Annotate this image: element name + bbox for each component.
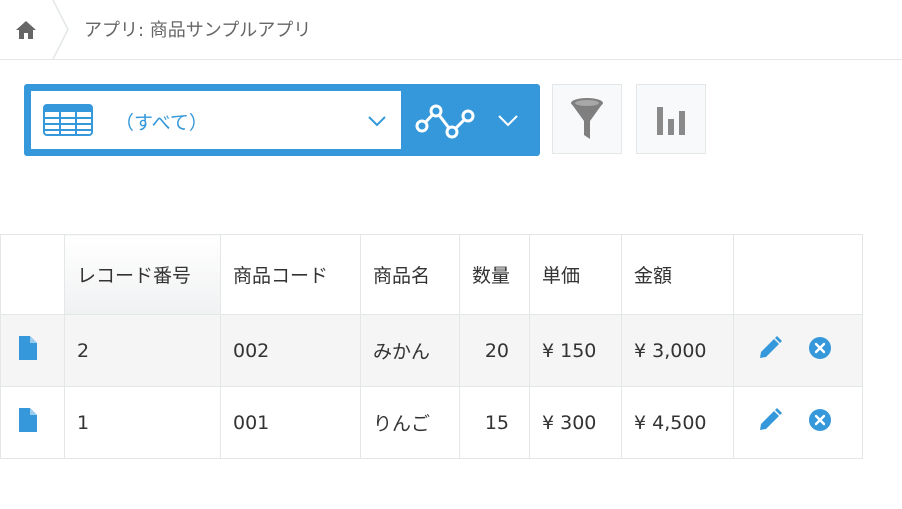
record-detail-link[interactable] [0,386,65,459]
delete-button[interactable] [808,408,832,437]
cell-unit-price: ¥ 150 [529,314,622,387]
record-table: レコード番号 商品コード 商品名 数量 単価 金額 2 002 みかん 20 ¥… [0,234,863,459]
pencil-icon [760,408,782,430]
graph-menu-button[interactable] [492,108,524,132]
header-product-code[interactable]: 商品コード [220,234,361,315]
breadcrumb-separator-icon [52,0,69,59]
chevron-down-icon [498,115,518,127]
edit-button[interactable] [758,336,782,365]
cell-quantity: 20 [459,314,530,387]
header-actions-column [733,234,863,315]
breadcrumb-app-link[interactable]: アプリ: 商品サンプルアプリ [84,16,311,42]
cell-amount: ¥ 3,000 [621,314,734,387]
chart-button[interactable] [636,84,706,154]
home-icon [16,20,36,39]
line-graph-icon [415,104,475,139]
table-header-row: レコード番号 商品コード 商品名 数量 単価 金額 [0,234,863,315]
cell-quantity: 15 [459,386,530,459]
view-toolbar: （すべて） [24,84,540,156]
chevron-down-icon [368,116,386,127]
cell-product-code: 002 [220,314,361,387]
header-product-name[interactable]: 商品名 [360,234,460,315]
document-icon [19,336,37,360]
table-view-icon [43,104,93,136]
filter-icon [571,98,603,139]
home-button[interactable] [0,0,52,59]
graph-button[interactable] [412,94,482,146]
cell-product-code: 001 [220,386,361,459]
header-unit-price[interactable]: 単価 [529,234,622,315]
row-actions [733,386,863,459]
header-icon-column [0,234,65,315]
cell-unit-price: ¥ 300 [529,386,622,459]
header-quantity[interactable]: 数量 [459,234,530,315]
record-detail-link[interactable] [0,314,65,387]
cell-amount: ¥ 4,500 [621,386,734,459]
cell-record-no: 1 [64,386,221,459]
cell-product-name: りんご [360,386,460,459]
cell-record-no: 2 [64,314,221,387]
header-amount[interactable]: 金額 [621,234,734,315]
header-record-no[interactable]: レコード番号 [64,234,221,315]
document-icon [19,408,37,432]
delete-button[interactable] [808,336,832,365]
close-circle-icon [809,337,832,359]
header-bar: アプリ: 商品サンプルアプリ [0,0,902,60]
filter-button[interactable] [552,84,622,154]
cell-product-name: みかん [360,314,460,387]
view-selector[interactable]: （すべて） [31,91,401,149]
edit-button[interactable] [758,408,782,437]
bar-chart-icon [657,107,685,135]
row-actions [733,314,863,387]
pencil-icon [760,336,782,358]
close-circle-icon [809,409,832,431]
table-row: 1 001 りんご 15 ¥ 300 ¥ 4,500 [0,386,863,459]
view-selected-label: （すべて） [115,112,208,134]
table-row: 2 002 みかん 20 ¥ 150 ¥ 3,000 [0,314,863,387]
